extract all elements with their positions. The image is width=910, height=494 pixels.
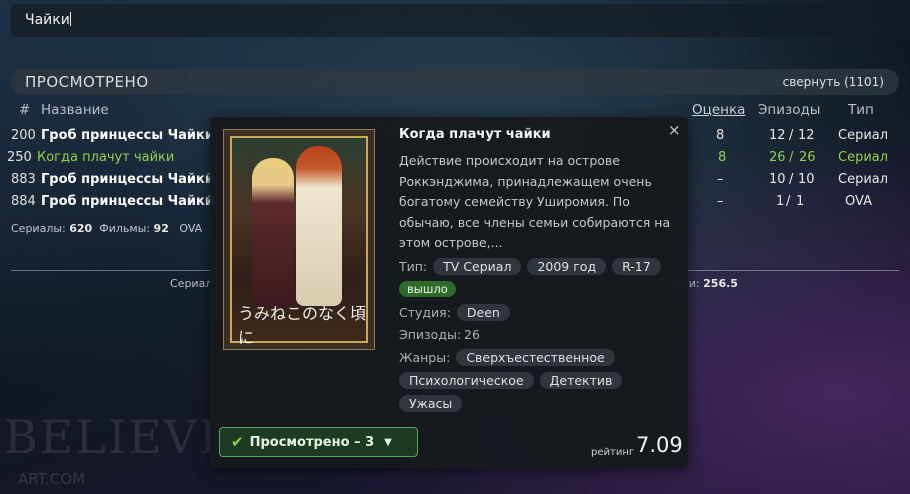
collapse-link[interactable]: свернуть (1101)	[783, 75, 884, 89]
ova-label: OVA	[179, 222, 203, 235]
genres-label: Жанры:	[399, 350, 451, 365]
studio-line: Студия: Deen	[399, 304, 510, 321]
row-episodes-total: 10	[798, 172, 815, 187]
status-line: вышло	[399, 281, 456, 297]
row-title[interactable]: Когда плачут чайки	[37, 150, 174, 165]
studio-tag[interactable]: Deen	[456, 304, 510, 321]
row-number: 250	[7, 150, 32, 165]
column-header-type[interactable]: Тип	[848, 102, 874, 118]
year-tag[interactable]: 2009 год	[527, 258, 607, 275]
column-header-name[interactable]: Название	[41, 102, 109, 118]
genre-tag[interactable]: Психологическое	[399, 372, 534, 389]
stats-footer: Сериалы: 620 Фильмы: 92 OVA	[11, 222, 202, 235]
episodes-label: Эпизоды:	[399, 327, 462, 342]
stats-footer-secondary: Сериал Дни: 256.5	[170, 277, 738, 290]
row-title[interactable]: Гроб принцессы Чайки	[41, 194, 214, 209]
row-episodes-watched: 1	[776, 194, 785, 209]
row-episodes-total: 26	[799, 150, 816, 165]
poster-figure-right	[296, 146, 342, 306]
row-episodes-watched: 10	[769, 172, 786, 187]
row-number: 200	[11, 128, 36, 143]
series-label: Сериалы:	[11, 222, 66, 235]
row-episodes-watched: 26	[769, 150, 786, 165]
watched-status-button[interactable]: ✔ Просмотрено – 3 ▼	[219, 427, 418, 457]
poster-image[interactable]: うみねこのなく頃に	[223, 129, 375, 350]
row-type: Сериал	[838, 150, 889, 165]
row-episodes-total: 12	[798, 128, 815, 143]
row-episodes-watched: 12	[769, 128, 786, 143]
series-count: 620	[69, 222, 93, 235]
dropdown-arrow-icon: ▼	[384, 436, 392, 448]
watched-section-header: ПРОСМОТРЕНО свернуть (1101)	[11, 69, 899, 95]
column-header-score[interactable]: Оценка	[692, 102, 745, 118]
search-input-value: Чайки	[25, 12, 70, 28]
row-episodes-sep: /	[789, 172, 794, 187]
row-type: Сериал	[838, 172, 889, 187]
poster-figure-left	[252, 158, 294, 308]
rating-label: рейтинг	[591, 447, 635, 458]
row-episodes-total: 1	[796, 194, 805, 209]
genres-line-3: Ужасы	[399, 395, 463, 412]
genre-tag[interactable]: Детектив	[539, 372, 623, 389]
row-episodes-sep: /	[789, 128, 794, 143]
status-badge: вышло	[399, 281, 456, 297]
row-title[interactable]: Гроб принцессы Чайки	[41, 128, 214, 143]
row-number: 884	[11, 194, 36, 209]
anime-tooltip-card: × うみねこのなく頃に Когда плачут чайки Действие …	[210, 117, 688, 468]
episodes-value: 26	[464, 327, 480, 342]
series-label-secondary: Сериал	[170, 277, 213, 290]
films-label: Фильмы:	[99, 222, 151, 235]
row-title[interactable]: Гроб принцессы Чайки	[41, 172, 214, 187]
type-line: Тип: TV Сериал 2009 год R-17	[399, 258, 661, 275]
column-header-episodes[interactable]: Эпизоды	[758, 102, 820, 118]
type-label: Тип:	[399, 259, 428, 274]
column-header-num: #	[19, 102, 31, 118]
days-value: 256.5	[703, 277, 738, 290]
close-icon[interactable]: ×	[668, 121, 681, 139]
row-type: Сериал	[838, 128, 889, 143]
poster-logo: うみねこのなく頃に	[238, 304, 367, 347]
checkmark-icon: ✔	[231, 433, 244, 451]
search-input[interactable]: Чайки	[11, 4, 910, 37]
row-episodes-sep: /	[786, 194, 791, 209]
watched-status-label: Просмотрено – 3	[249, 434, 375, 450]
row-score: –	[717, 172, 724, 187]
background-watermark-small: ART.COM	[18, 470, 85, 488]
row-score: 8	[716, 128, 725, 143]
genre-tag[interactable]: Сверхъестественное	[456, 349, 615, 366]
rating-value: 7.09	[636, 433, 683, 457]
row-score: 8	[718, 150, 727, 165]
films-count: 92	[153, 222, 169, 235]
row-number: 883	[11, 172, 36, 187]
anime-title[interactable]: Когда плачут чайки	[399, 127, 551, 142]
anime-description: Действие происходит на острове Роккэнджи…	[399, 153, 671, 250]
episodes-line: Эпизоды: 26	[399, 327, 480, 342]
studio-label: Студия:	[399, 305, 451, 320]
genres-line: Жанры: Сверхъестественное	[399, 349, 615, 366]
text-caret	[69, 12, 71, 26]
row-episodes-sep: /	[789, 150, 794, 165]
row-score: –	[717, 194, 724, 209]
section-title: ПРОСМОТРЕНО	[25, 73, 149, 91]
rating-tag[interactable]: R-17	[612, 258, 661, 275]
genres-line-2: Психологическое Детектив	[399, 372, 623, 389]
genre-tag[interactable]: Ужасы	[399, 395, 463, 412]
row-type: OVA	[845, 194, 872, 209]
type-tag[interactable]: TV Сериал	[433, 258, 522, 275]
